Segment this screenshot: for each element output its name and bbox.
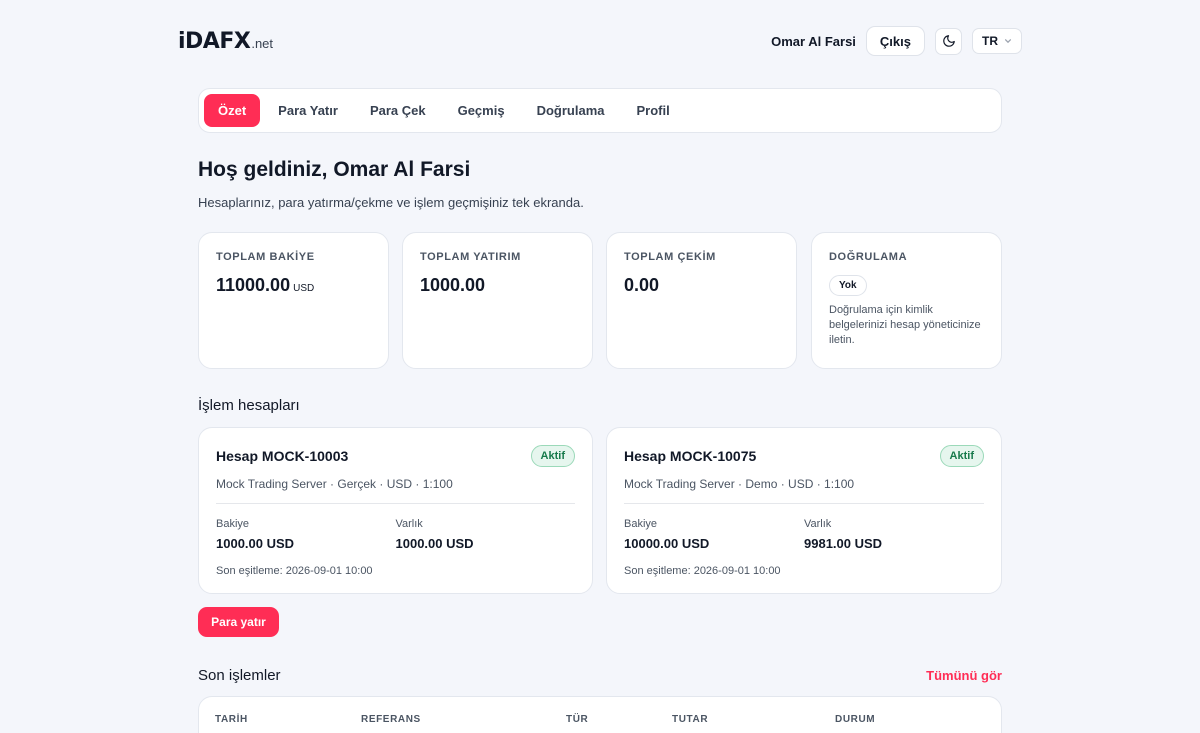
column-header-date[interactable]: TARİH bbox=[215, 714, 248, 725]
total-withdraw-card: TOPLAM ÇEKİM 0.00 bbox=[606, 232, 797, 369]
tab-profil[interactable]: Profil bbox=[622, 94, 683, 127]
account-meta: Mock Trading Server · Demo · USD · 1:100 bbox=[624, 477, 855, 491]
logout-button[interactable]: Çıkış bbox=[865, 26, 925, 56]
total-deposit-value: 1000.00 bbox=[420, 275, 486, 295]
account-name: Hesap MOCK-10003 bbox=[216, 448, 349, 464]
column-header-reference[interactable]: REFERANS bbox=[361, 714, 421, 725]
verification-note: Doğrulama için kimlik belgelerinizi hesa… bbox=[829, 304, 981, 346]
balance-label: Bakiye bbox=[216, 518, 250, 530]
moon-icon bbox=[942, 35, 955, 47]
tab-gecmis[interactable]: Geçmiş bbox=[444, 94, 519, 127]
account-card[interactable]: Hesap MOCK-10003 Aktif Mock Trading Serv… bbox=[198, 427, 593, 594]
transactions-table: TARİH REFERANS TÜR TUTAR DURUM bbox=[198, 696, 1002, 733]
equity-value: 9981.00 USD bbox=[804, 536, 883, 551]
status-badge: Aktif bbox=[939, 445, 984, 467]
equity-label: Varlık bbox=[395, 518, 423, 530]
last-sync: Son eşitleme: 2026-09-01 10:00 bbox=[624, 565, 781, 577]
deposit-button[interactable]: Para yatır bbox=[198, 607, 279, 637]
column-header-amount[interactable]: TUTAR bbox=[672, 714, 708, 725]
stat-value: 11000.00 USD bbox=[216, 275, 371, 296]
tab-para-cek[interactable]: Para Çek bbox=[356, 94, 440, 127]
total-deposit-card: TOPLAM YATIRIM 1000.00 bbox=[402, 232, 593, 369]
accounts-section-title: İşlem hesapları bbox=[198, 397, 300, 414]
total-balance-card: TOPLAM BAKİYE 11000.00 USD bbox=[198, 232, 389, 369]
account-card[interactable]: Hesap MOCK-10075 Aktif Mock Trading Serv… bbox=[606, 427, 1002, 594]
page-title: Hoş geldiniz, Omar Al Farsi bbox=[198, 158, 471, 181]
equity-label: Varlık bbox=[804, 518, 832, 530]
stat-label: TOPLAM YATIRIM bbox=[420, 251, 521, 263]
total-balance-value: 11000.00 bbox=[216, 275, 291, 295]
logo-wordmark: iDAFX bbox=[178, 28, 251, 54]
divider bbox=[624, 503, 984, 504]
total-withdraw-value: 0.00 bbox=[624, 275, 660, 295]
status-badge: Aktif bbox=[530, 445, 575, 467]
theme-toggle-button[interactable] bbox=[935, 27, 962, 55]
main-tabs: Özet Para Yatır Para Çek Geçmiş Doğrulam… bbox=[198, 88, 1002, 133]
equity-value: 1000.00 USD bbox=[395, 536, 474, 551]
brand-logo[interactable]: iDAFX .net bbox=[178, 29, 273, 54]
language-select[interactable]: TR bbox=[972, 28, 1022, 54]
balance-label: Bakiye bbox=[624, 518, 658, 530]
stat-label: TOPLAM ÇEKİM bbox=[624, 251, 716, 263]
balance-value: 10000.00 USD bbox=[624, 536, 710, 551]
stat-label: TOPLAM BAKİYE bbox=[216, 251, 315, 263]
column-header-type[interactable]: TÜR bbox=[566, 714, 588, 725]
logo-tld: .net bbox=[251, 35, 274, 51]
account-meta: Mock Trading Server · Gerçek · USD · 1:1… bbox=[216, 477, 453, 491]
tab-dogrulama[interactable]: Doğrulama bbox=[523, 94, 619, 127]
chevron-down-icon bbox=[1004, 39, 1012, 44]
tab-ozet[interactable]: Özet bbox=[204, 94, 261, 127]
language-value: TR bbox=[982, 34, 998, 48]
transactions-section-title: Son işlemler bbox=[198, 667, 281, 684]
user-name: Omar Al Farsi bbox=[771, 33, 856, 49]
stat-label: DOĞRULAMA bbox=[829, 251, 908, 263]
balance-value: 1000.00 USD bbox=[216, 536, 295, 551]
top-header: iDAFX .net Omar Al Farsi Çıkış TR bbox=[178, 24, 1022, 58]
column-header-status[interactable]: DURUM bbox=[835, 714, 875, 725]
last-sync: Son eşitleme: 2026-09-01 10:00 bbox=[216, 565, 373, 577]
page-subtitle: Hesaplarınız, para yatırma/çekme ve işle… bbox=[198, 195, 584, 210]
divider bbox=[216, 503, 575, 504]
verification-status-badge: Yok bbox=[829, 275, 867, 296]
see-all-link[interactable]: Tümünü gör bbox=[926, 668, 1002, 683]
verification-card: DOĞRULAMA Yok Doğrulama için kimlik belg… bbox=[811, 232, 1002, 369]
tab-para-yatir[interactable]: Para Yatır bbox=[264, 94, 352, 127]
account-name: Hesap MOCK-10075 bbox=[624, 448, 757, 464]
header-actions: Omar Al Farsi Çıkış TR bbox=[771, 26, 1022, 56]
currency-unit: USD bbox=[293, 283, 315, 294]
